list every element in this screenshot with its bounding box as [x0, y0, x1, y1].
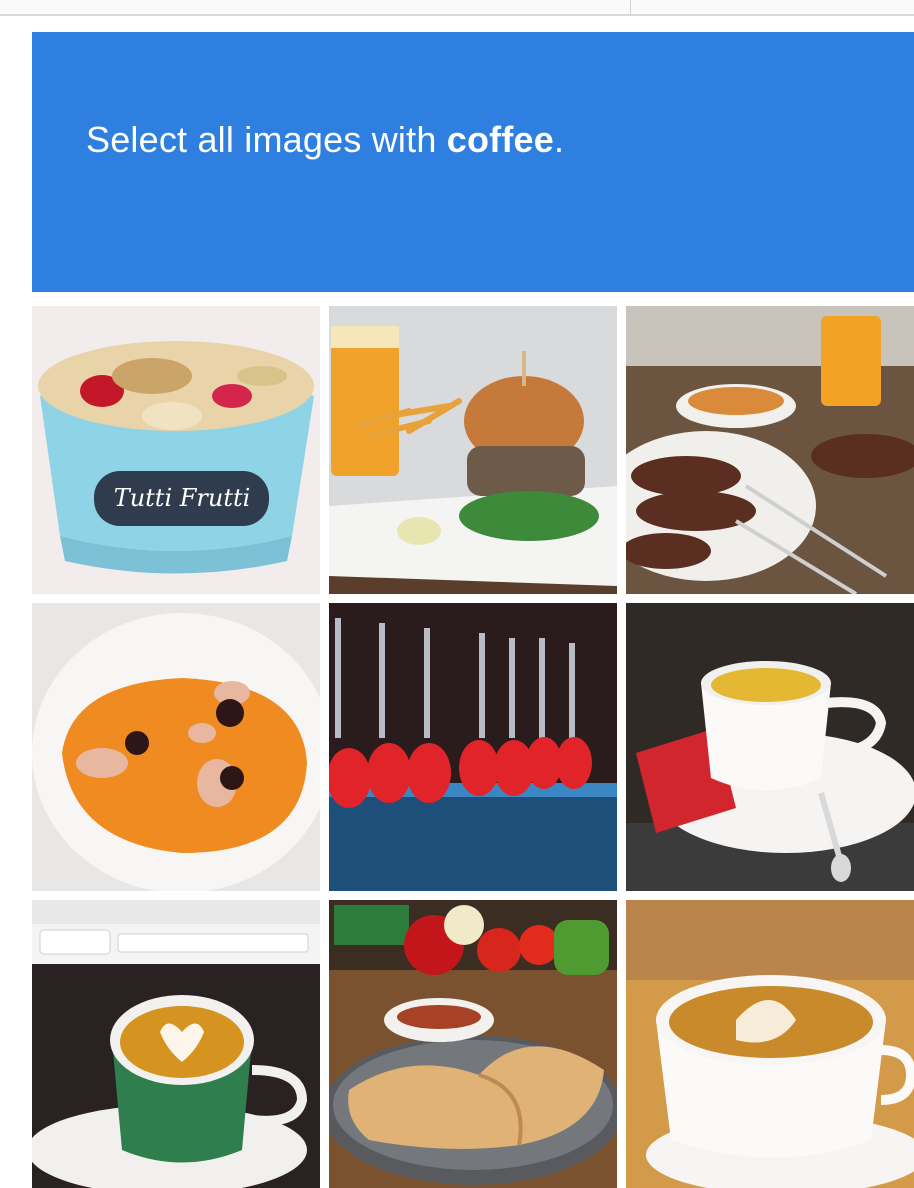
soup-with-shrimp-icon	[32, 603, 320, 891]
image-tile-6[interactable]	[626, 603, 914, 891]
image-tile-9[interactable]	[626, 900, 914, 1188]
cup-brand-text: Tutti Frutti	[114, 484, 251, 512]
latte-art-green-cup-icon	[32, 900, 320, 1188]
image-tile-3[interactable]	[626, 306, 914, 594]
image-tile-1[interactable]: Tutti Frutti	[32, 306, 320, 594]
burger-and-fries-icon	[329, 306, 617, 594]
frozen-yogurt-cup-icon: Tutti Frutti	[32, 306, 320, 594]
challenge-header: Select all images with coffee.	[32, 32, 914, 292]
prompt-suffix: .	[554, 119, 565, 160]
latte-art-white-cup-icon	[626, 900, 914, 1188]
top-divider	[630, 0, 631, 14]
prompt-keyword: coffee	[446, 119, 554, 160]
top-border	[0, 0, 914, 16]
prompt-prefix: Select all images with	[86, 119, 447, 160]
challenge-prompt: Select all images with coffee.	[86, 116, 564, 164]
calzone-platter-icon	[329, 900, 617, 1188]
image-tile-8[interactable]	[329, 900, 617, 1188]
espresso-cup-saucer-icon	[626, 603, 914, 891]
kebab-skewers-icon	[626, 306, 914, 594]
image-tile-5[interactable]	[329, 603, 617, 891]
image-tile-4[interactable]	[32, 603, 320, 891]
image-grid: Tutti Frutti	[32, 306, 914, 1188]
image-tile-2[interactable]	[329, 306, 617, 594]
hookah-pipes-icon	[329, 603, 617, 891]
image-tile-7[interactable]	[32, 900, 320, 1188]
